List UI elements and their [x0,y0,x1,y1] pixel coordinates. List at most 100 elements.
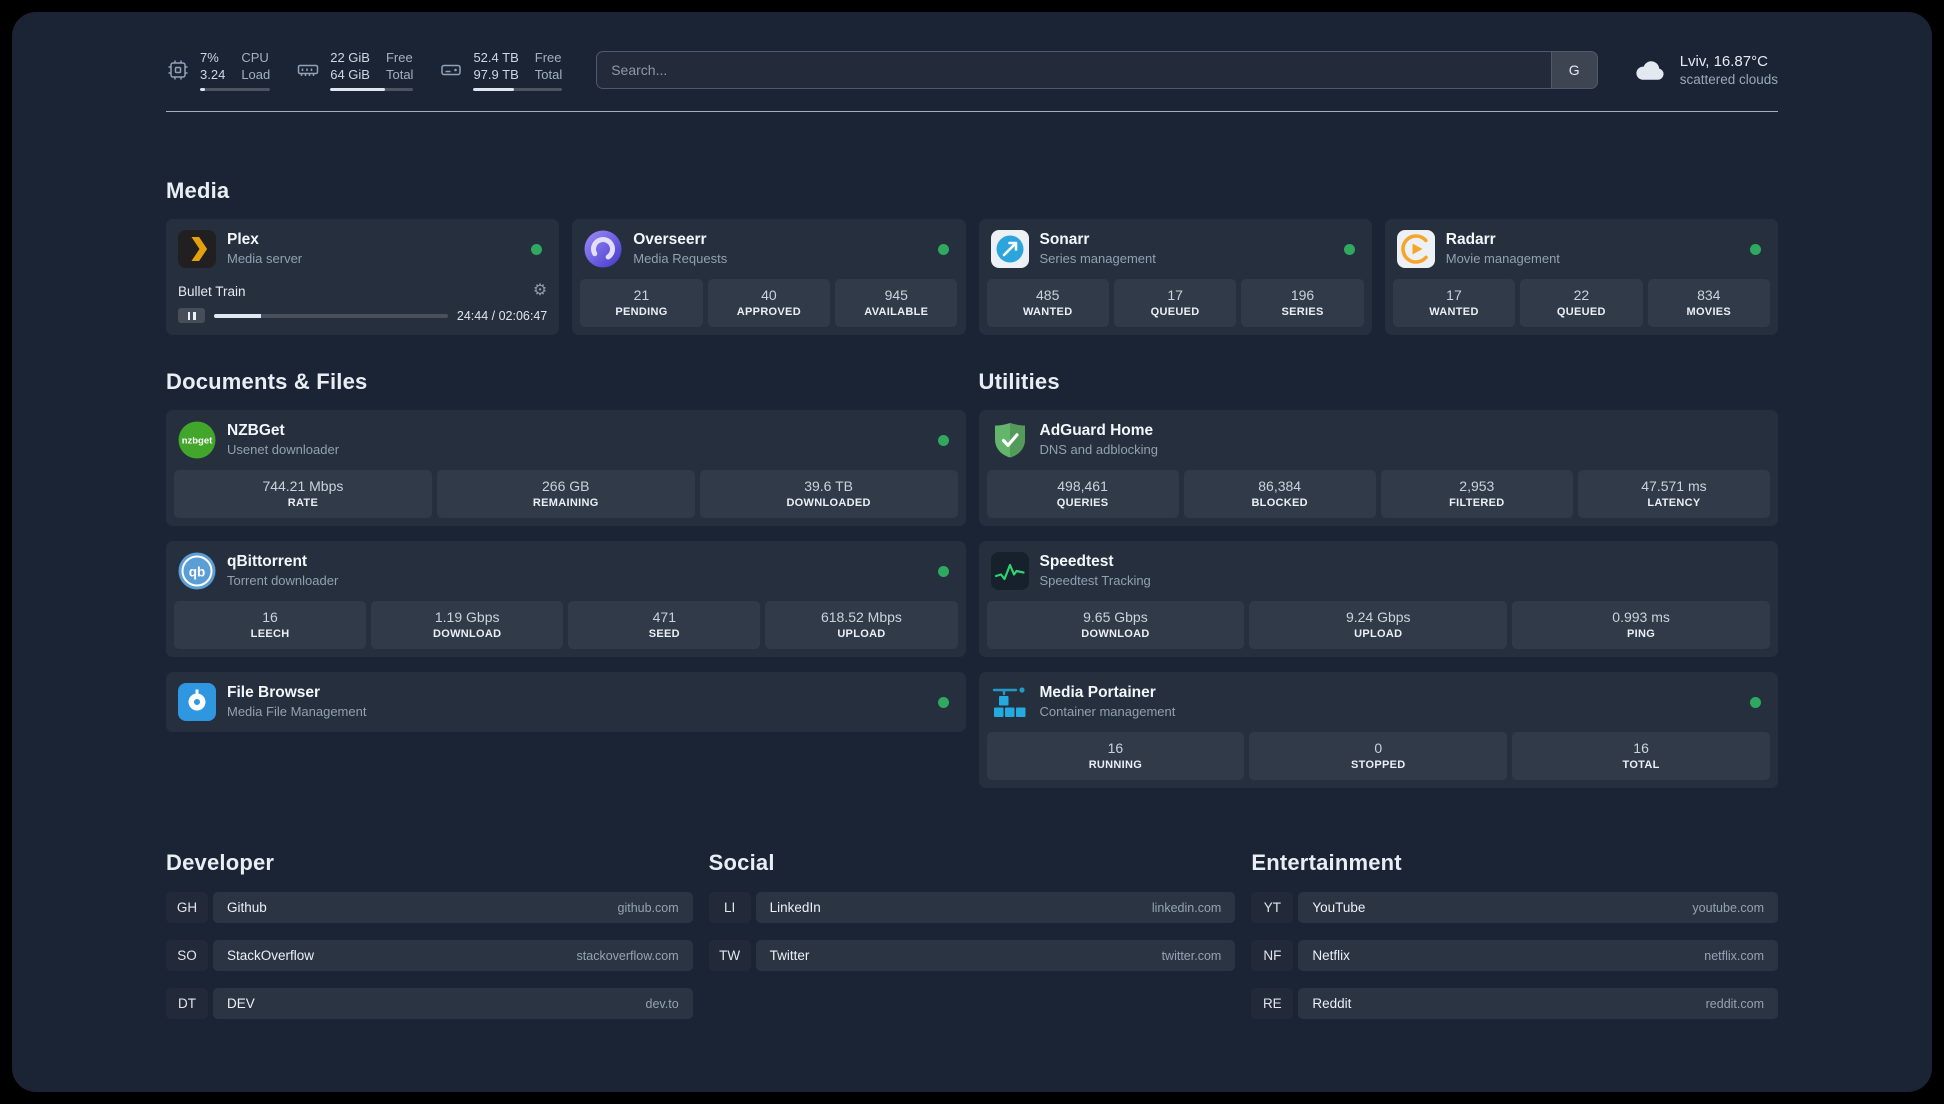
bookmark-linkedin[interactable]: LI LinkedIn linkedin.com [709,892,1236,924]
bookmark-name: LinkedIn [769,900,821,916]
bookmark-domain: stackoverflow.com [576,948,679,963]
disk-icon [439,58,463,82]
stat-rate: 744.21 Mbps RATE [174,470,432,519]
bookmark-twitter[interactable]: TW Twitter twitter.com [709,940,1236,972]
search-provider-button[interactable]: G [1550,52,1597,89]
section-title-social: Social [708,850,775,876]
service-name: Sonarr [1039,231,1090,249]
service-description: Media File Management [227,703,367,719]
service-card-overseerr[interactable]: Overseerr Media Requests 21 PENDING 40 A… [572,219,966,336]
divider [166,110,1778,113]
section-media: Media Plex Media server Bullet Train ⚙ 2… [166,178,1778,336]
filebrowser-icon [178,683,216,722]
service-name: Speedtest [1039,553,1114,571]
section-title-documents: Documents & Files [166,369,368,395]
section-title-utilities: Utilities [978,369,1060,395]
bookmark-github[interactable]: GH Github github.com [166,892,693,924]
bookmark-domain: youtube.com [1692,900,1764,915]
stat-ping: 0.993 ms PING [1512,601,1770,650]
service-name: File Browser [227,684,321,702]
status-online-indicator [1343,243,1355,255]
cpu-usage-value: 7% [200,50,219,65]
plex-now-playing: Bullet Train ⚙ 24:44 / 02:06:47 [166,283,559,335]
cpu-load-label: Load [241,66,271,82]
service-description: Container management [1039,703,1176,719]
bookmarks-social: Social LI LinkedIn linkedin.com TW Twitt… [709,850,1236,1036]
bookmark-domain: reddit.com [1705,996,1764,1011]
homepage-dashboard: 7% 3.24 CPU Load 22 GiB 64 GiB Free Tota… [12,12,1932,1092]
bookmark-youtube[interactable]: YT YouTube youtube.com [1251,892,1778,924]
disk-free-value: 52.4 TB [473,50,519,65]
stat-approved: 40 APPROVED [707,279,831,328]
bookmark-pill: Github github.com [213,892,693,924]
svg-text:qb: qb [189,565,206,580]
service-card-filebrowser[interactable]: File Browser Media File Management [166,672,966,733]
bookmark-netflix[interactable]: NF Netflix netflix.com [1251,940,1778,972]
bookmark-pill: Netflix netflix.com [1298,940,1778,972]
memory-usage-bar [330,87,414,91]
playback-progress-bar [214,313,448,318]
bookmarks-developer: Developer GH Github github.com SO StackO… [166,850,693,1036]
stat-queries: 498,461 QUERIES [986,470,1179,519]
bookmark-abbr: DT [166,988,208,1019]
resource-widgets: 7% 3.24 CPU Load 22 GiB 64 GiB Free Tota… [166,50,563,91]
stat-wanted: 17 WANTED [1392,279,1516,328]
section-utilities: Utilities AdGuard Home DNS and adblockin… [978,369,1778,789]
service-name: qBittorrent [227,553,308,571]
bookmark-name: StackOverflow [227,948,315,964]
disk-widget: 52.4 TB 97.9 TB Free Total [439,50,563,91]
memory-widget: 22 GiB 64 GiB Free Total [296,50,414,91]
bookmark-pill: DEV dev.to [213,988,693,1020]
bookmark-name: Twitter [769,948,810,964]
bookmark-stackoverflow[interactable]: SO StackOverflow stackoverflow.com [166,940,693,972]
stat-download: 9.65 Gbps DOWNLOAD [986,601,1245,650]
bookmark-pill: StackOverflow stackoverflow.com [213,940,693,972]
disk-free-label: Free [534,50,562,65]
service-name: Media Portainer [1039,684,1156,702]
cpu-usage-bar [200,87,271,91]
cpu-load-value: 3.24 [200,66,226,82]
stat-queued: 17 QUEUED [1113,279,1237,328]
bookmark-pill: YouTube youtube.com [1298,892,1778,924]
pause-button[interactable] [178,308,205,324]
service-card-sonarr[interactable]: Sonarr Series management 485 WANTED 17 Q… [978,219,1372,336]
radarr-icon [1396,230,1435,269]
stat-blocked: 86,384 BLOCKED [1183,470,1376,519]
stat-seed: 471 SEED [568,601,761,650]
bookmark-reddit[interactable]: RE Reddit reddit.com [1251,988,1778,1020]
stat-upload: 9.24 Gbps UPLOAD [1249,601,1508,650]
service-name: Overseerr [633,231,707,249]
bookmark-name: Github [227,900,267,916]
service-description: Speedtest Tracking [1039,572,1151,588]
service-card-portainer[interactable]: Media Portainer Container management 16 … [978,672,1778,789]
service-card-plex[interactable]: Plex Media server Bullet Train ⚙ 24:44 /… [166,219,560,336]
bookmark-domain: netflix.com [1704,948,1764,963]
stat-pending: 21 PENDING [580,279,703,328]
status-online-indicator [1750,696,1761,708]
bookmark-dev[interactable]: DT DEV dev.to [166,988,693,1020]
memory-free-value: 22 GiB [330,50,370,65]
service-card-adguard[interactable]: AdGuard Home DNS and adblocking 498,461 … [978,410,1778,527]
search-bar: G [596,51,1598,90]
gear-icon[interactable]: ⚙ [533,283,547,299]
portainer-icon [991,683,1029,721]
service-card-nzbget[interactable]: nzbget NZBGet Usenet downloader 744.21 M… [166,410,966,527]
service-card-radarr[interactable]: Radarr Movie management 17 WANTED 22 QUE… [1384,219,1778,336]
bookmark-domain: dev.to [645,996,679,1011]
sonarr-icon [990,230,1029,269]
section-title-developer: Developer [166,850,275,876]
memory-icon [296,58,320,82]
memory-total-value: 64 GiB [330,66,370,82]
stat-series: 196 SERIES [1241,279,1364,328]
service-name: AdGuard Home [1039,422,1154,440]
bookmark-abbr: LI [709,892,751,923]
service-description: Series management [1039,250,1156,266]
service-name: NZBGet [227,422,285,440]
service-card-speedtest[interactable]: Speedtest Speedtest Tracking 9.65 Gbps D… [978,541,1778,658]
status-online-indicator [1750,243,1761,255]
search-input[interactable] [597,52,1551,89]
speedtest-icon [990,552,1029,591]
service-card-qbittorrent[interactable]: qb qBittorrent Torrent downloader 16 LEE… [166,541,966,658]
service-name: Radarr [1445,231,1496,249]
bookmark-name: YouTube [1312,900,1366,916]
